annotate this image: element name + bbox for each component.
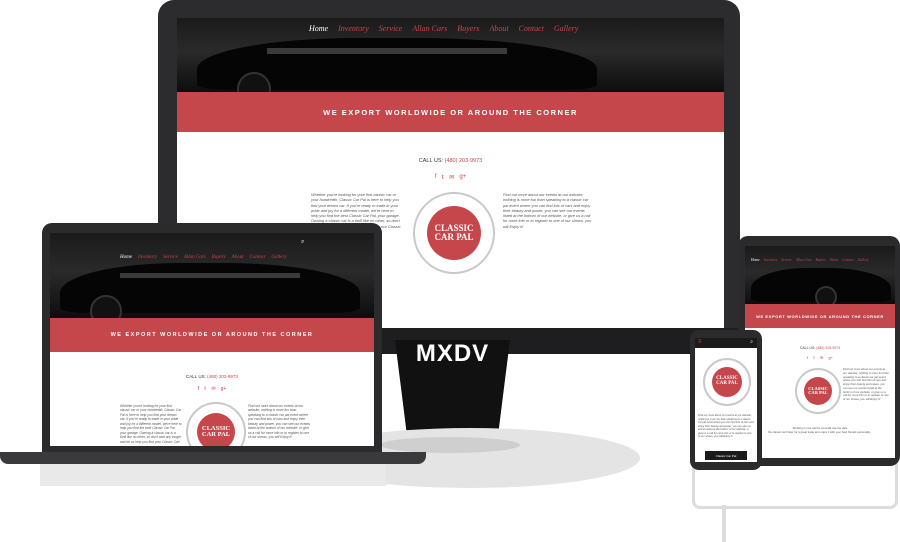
phone-screen: ≡ ⌕ CLASSIC CAR PAL Find out more about … bbox=[695, 338, 757, 462]
export-banner: WE EXPORT WORLDWIDE OR AROUND THE CORNER bbox=[177, 92, 724, 137]
logo-line2: CAR PAL bbox=[201, 431, 231, 438]
nav-item-home[interactable]: Home bbox=[751, 258, 760, 262]
hero-image bbox=[50, 233, 374, 318]
facebook-icon[interactable]: f bbox=[198, 386, 199, 392]
call-us: CALL US: (480) 203-9973 bbox=[177, 158, 724, 164]
tablet-nav: Home Inventory Service Allan Cars Buyers… bbox=[751, 258, 869, 262]
banner-text: WE EXPORT WORLDWIDE OR AROUND THE CORNER bbox=[756, 313, 884, 319]
nav-item-allan-cars[interactable]: Allan Cars bbox=[184, 255, 206, 260]
nav-item-inventory[interactable]: Inventory bbox=[764, 258, 778, 262]
chat-widget[interactable]: Classic Car Pal bbox=[705, 451, 747, 460]
classic-car-pal-logo: CLASSIC CAR PAL bbox=[703, 358, 751, 406]
nav-item-buyers[interactable]: Buyers bbox=[212, 255, 226, 260]
desktop-nav: Home Inventory Service Allan Cars Buyers… bbox=[309, 24, 578, 33]
phone-topbar: ≡ ⌕ bbox=[695, 338, 757, 348]
nav-item-allan-cars[interactable]: Allan Cars bbox=[412, 24, 447, 33]
call-label: CALL US: bbox=[186, 374, 206, 379]
banner-text: WE EXPORT WORLDWIDE OR AROUND THE CORNER bbox=[110, 332, 314, 338]
nav-item-gallery[interactable]: Gallery bbox=[858, 258, 869, 262]
search-icon[interactable]: ⌕ bbox=[750, 339, 753, 345]
call-label: CALL US: bbox=[418, 158, 444, 164]
email-icon[interactable]: ✉ bbox=[211, 386, 215, 392]
social-links: f 𝕥 ✉ g+ bbox=[50, 386, 374, 392]
intro-paragraph-right: Find out more about our events at our we… bbox=[248, 404, 310, 440]
nav-item-home[interactable]: Home bbox=[120, 255, 132, 260]
intro-paragraph-right: Find out more about our events at our we… bbox=[843, 368, 889, 402]
nav-item-home[interactable]: Home bbox=[309, 24, 328, 33]
nav-item-buyers[interactable]: Buyers bbox=[816, 258, 826, 262]
nav-item-inventory[interactable]: Inventory bbox=[338, 24, 369, 33]
call-label: CALL US: bbox=[799, 346, 816, 350]
nav-item-inventory[interactable]: Inventory bbox=[138, 255, 157, 260]
menu-icon[interactable]: ≡ bbox=[698, 339, 702, 345]
intro-paragraph-right: Find out more about our events at our we… bbox=[503, 192, 592, 229]
tablet-screen: Home Inventory Service Allan Cars Buyers… bbox=[745, 246, 895, 458]
car-wheel bbox=[815, 286, 837, 304]
email-icon[interactable]: ✉ bbox=[820, 355, 823, 360]
logo-line2: CAR PAL bbox=[434, 232, 474, 242]
chat-label: Classic Car Pal bbox=[715, 453, 737, 458]
twitter-icon[interactable]: 𝕥 bbox=[813, 355, 815, 360]
intro-paragraph-right: Find out more about our events at our we… bbox=[698, 414, 754, 438]
google-plus-icon[interactable]: g+ bbox=[459, 174, 466, 181]
classic-car-pal-logo: CLASSIC CAR PAL bbox=[413, 192, 495, 274]
call-us: CALL US: (480) 203-9973 bbox=[745, 346, 895, 350]
email-icon[interactable]: ✉ bbox=[449, 174, 454, 181]
nav-item-service[interactable]: Service bbox=[163, 255, 178, 260]
nav-item-gallery[interactable]: Gallery bbox=[554, 24, 578, 33]
monitor-base bbox=[380, 437, 520, 453]
laptop-nav: Home Inventory Service Allan Cars Buyers… bbox=[120, 255, 287, 260]
nav-item-allan-cars[interactable]: Allan Cars bbox=[796, 258, 812, 262]
intro-paragraph-left: Whether you're looking for your first cl… bbox=[120, 404, 182, 444]
phone-link[interactable]: (480) 203-9973 bbox=[816, 346, 840, 350]
export-banner: WE EXPORT WORLDWIDE OR AROUND THE CORNER bbox=[745, 304, 895, 333]
nav-item-contact[interactable]: Contact bbox=[842, 258, 853, 262]
google-plus-icon[interactable]: g+ bbox=[828, 355, 833, 360]
logo-line2: CAR PAL bbox=[716, 381, 738, 386]
social-links: f 𝕥 ✉ g+ bbox=[745, 355, 895, 360]
call-us: CALL US: (480) 203-9973 bbox=[50, 374, 374, 379]
classic-car-pal-logo: CLASSIC CAR PAL bbox=[795, 368, 841, 414]
nav-item-service[interactable]: Service bbox=[379, 24, 403, 33]
banner-text: WE EXPORT WORLDWIDE OR AROUND THE CORNER bbox=[323, 107, 578, 117]
nav-item-contact[interactable]: Contact bbox=[250, 255, 266, 260]
phone-link[interactable]: (480) 203-9973 bbox=[445, 158, 483, 164]
tablet-stand-post bbox=[722, 505, 726, 542]
footer-line-2: the classic car finder for a great trade… bbox=[767, 430, 873, 434]
nav-item-about[interactable]: About bbox=[232, 255, 244, 260]
logo-line2: CAR PAL bbox=[808, 390, 828, 395]
page-content: CALL US: (480) 203-9973 f 𝕥 ✉ g+ CLASSIC… bbox=[745, 328, 895, 458]
twitter-icon[interactable]: 𝕥 bbox=[442, 174, 445, 181]
search-icon[interactable]: ⌕ bbox=[301, 239, 304, 246]
monitor-stand-label: MXDV bbox=[415, 340, 490, 367]
laptop-screen: Home Inventory Service Allan Cars Buyers… bbox=[50, 233, 374, 446]
google-plus-icon[interactable]: g+ bbox=[221, 386, 227, 392]
nav-item-service[interactable]: Service bbox=[781, 258, 792, 262]
footer-text: Working on the call for emerald use the … bbox=[751, 426, 889, 434]
hero-image bbox=[745, 246, 895, 304]
classic-car-pal-logo: CLASSIC CAR PAL bbox=[186, 402, 246, 446]
laptop-base-shadow bbox=[40, 464, 386, 486]
social-links: f 𝕥 ✉ g+ bbox=[177, 174, 724, 181]
nav-item-buyers[interactable]: Buyers bbox=[457, 24, 479, 33]
facebook-icon[interactable]: f bbox=[807, 355, 808, 360]
facebook-icon[interactable]: f bbox=[435, 174, 437, 181]
twitter-icon[interactable]: 𝕥 bbox=[204, 386, 206, 392]
nav-item-gallery[interactable]: Gallery bbox=[271, 255, 286, 260]
phone-link[interactable]: (480) 203-9973 bbox=[207, 374, 238, 379]
nav-item-about[interactable]: About bbox=[489, 24, 508, 33]
page-content: CALL US: (480) 203-9973 f 𝕥 ✉ g+ Whether… bbox=[50, 352, 374, 446]
nav-item-about[interactable]: About bbox=[830, 258, 839, 262]
export-banner: WE EXPORT WORLDWIDE OR AROUND THE CORNER bbox=[50, 318, 374, 357]
nav-item-contact[interactable]: Contact bbox=[519, 24, 544, 33]
laptop-base bbox=[0, 452, 426, 464]
